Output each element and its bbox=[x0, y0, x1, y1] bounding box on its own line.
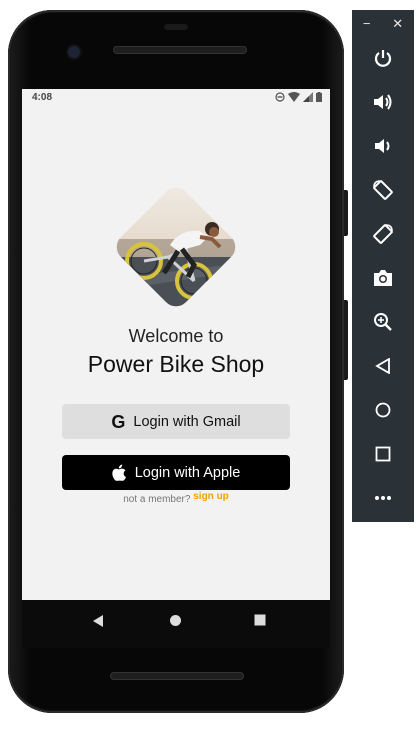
do-not-disturb-icon bbox=[275, 92, 285, 102]
status-icons bbox=[275, 92, 322, 102]
close-button[interactable]: ✕ bbox=[392, 16, 403, 32]
rotate-left-icon[interactable] bbox=[367, 174, 399, 206]
app-screen: 4:08 Welcome to Power Bike Shop G Login … bbox=[22, 89, 330, 600]
bottom-speaker bbox=[110, 672, 244, 680]
login-apple-label: Login with Apple bbox=[134, 464, 241, 481]
volume-down-icon[interactable] bbox=[367, 130, 399, 162]
panel-window-controls: − ✕ bbox=[352, 16, 414, 32]
shop-name-title: Power Bike Shop bbox=[87, 351, 265, 377]
nav-home-icon[interactable] bbox=[169, 614, 182, 627]
camera-icon[interactable] bbox=[367, 262, 399, 294]
wifi-icon bbox=[288, 92, 300, 102]
login-gmail-button[interactable]: G Login with Gmail bbox=[62, 404, 290, 439]
nav-back-icon[interactable] bbox=[92, 614, 104, 628]
power-side-button bbox=[344, 190, 348, 236]
home-icon[interactable] bbox=[367, 394, 399, 426]
overview-icon[interactable] bbox=[367, 438, 399, 470]
minimize-button[interactable]: − bbox=[363, 16, 371, 32]
volume-side-button bbox=[344, 300, 348, 380]
google-icon: G bbox=[111, 411, 126, 432]
welcome-text: Welcome to bbox=[128, 326, 224, 346]
status-time: 4:08 bbox=[32, 92, 53, 103]
emulator-toolbar: − ✕ bbox=[352, 10, 414, 522]
back-icon[interactable] bbox=[367, 350, 399, 382]
front-camera bbox=[68, 46, 80, 58]
top-notch bbox=[164, 24, 188, 30]
signup-prompt: not a member? bbox=[123, 494, 191, 505]
volume-up-icon[interactable] bbox=[367, 86, 399, 118]
battery-icon bbox=[316, 92, 322, 102]
apple-icon bbox=[112, 464, 126, 481]
top-speaker bbox=[113, 46, 247, 54]
rotate-right-icon[interactable] bbox=[367, 218, 399, 250]
more-icon[interactable] bbox=[367, 482, 399, 514]
android-nav-bar bbox=[22, 600, 330, 648]
power-icon[interactable] bbox=[367, 42, 399, 74]
login-apple-button[interactable]: Login with Apple bbox=[62, 455, 290, 490]
signup-link[interactable]: sign up bbox=[193, 491, 229, 502]
login-gmail-label: Login with Gmail bbox=[133, 413, 241, 430]
nav-overview-icon[interactable] bbox=[254, 614, 266, 626]
zoom-icon[interactable] bbox=[367, 306, 399, 338]
hero-cyclist-image bbox=[110, 181, 242, 313]
status-bar: 4:08 bbox=[22, 89, 330, 107]
phone-frame: 4:08 Welcome to Power Bike Shop G Login … bbox=[8, 10, 348, 713]
signal-icon bbox=[303, 92, 313, 102]
signup-row: not a member? sign up bbox=[22, 491, 330, 505]
